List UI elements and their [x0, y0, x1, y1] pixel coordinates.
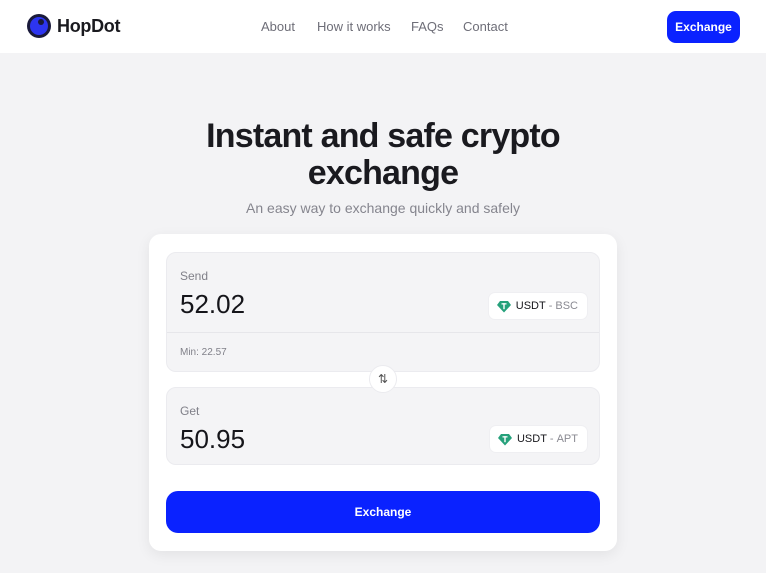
get-amount-field[interactable] [180, 424, 440, 455]
send-min-amount: Min: 22.57 [180, 347, 227, 358]
logo-mark-icon [27, 14, 51, 38]
hero-title: Instant and safe crypto exchange [0, 118, 766, 192]
brand-name: HopDot [57, 15, 121, 36]
swap-arrows-icon: ⇅ [377, 372, 389, 386]
send-label: Send [180, 269, 209, 283]
get-panel: Get USDT - APT [166, 387, 600, 465]
tether-gem-icon [497, 433, 512, 445]
send-token-selector[interactable]: USDT - BSC [488, 293, 587, 319]
get-token-selector[interactable]: USDT - APT [489, 426, 587, 452]
logo[interactable]: HopDot [27, 14, 120, 38]
get-token-network: APT [556, 433, 578, 445]
exchange-card: Send USDT - BSC Min: 22.57 ⇅ Get USDT [149, 234, 617, 551]
tether-gem-icon [496, 300, 511, 312]
get-token-separator: - [549, 433, 554, 445]
hero-subtitle: An easy way to exchange quickly and safe… [246, 200, 520, 216]
exchange-submit-button[interactable]: Exchange [166, 491, 600, 533]
send-panel: Send USDT - BSC Min: 22.57 [166, 252, 600, 372]
send-token-network: BSC [555, 300, 578, 312]
hero-title-line-1: Instant and safe crypto [206, 117, 561, 155]
send-amount-input[interactable] [180, 289, 440, 320]
swap-button[interactable]: ⇅ [369, 365, 397, 393]
hero-title-line-2: exchange [307, 154, 459, 192]
send-token-symbol: USDT [515, 300, 546, 312]
send-divider [167, 332, 599, 333]
nav-link-about[interactable]: About [261, 19, 295, 34]
top-header: HopDot About How it works FAQs Contact E… [0, 0, 766, 53]
nav-link-contact[interactable]: Contact [463, 19, 508, 34]
get-token-symbol: USDT [516, 433, 547, 445]
get-label: Get [180, 404, 200, 418]
header-exchange-button[interactable]: Exchange [667, 11, 740, 43]
nav-link-faqs[interactable]: FAQs [411, 19, 444, 34]
nav-link-how-it-works[interactable]: How it works [317, 19, 391, 34]
send-token-separator: - [548, 300, 553, 312]
